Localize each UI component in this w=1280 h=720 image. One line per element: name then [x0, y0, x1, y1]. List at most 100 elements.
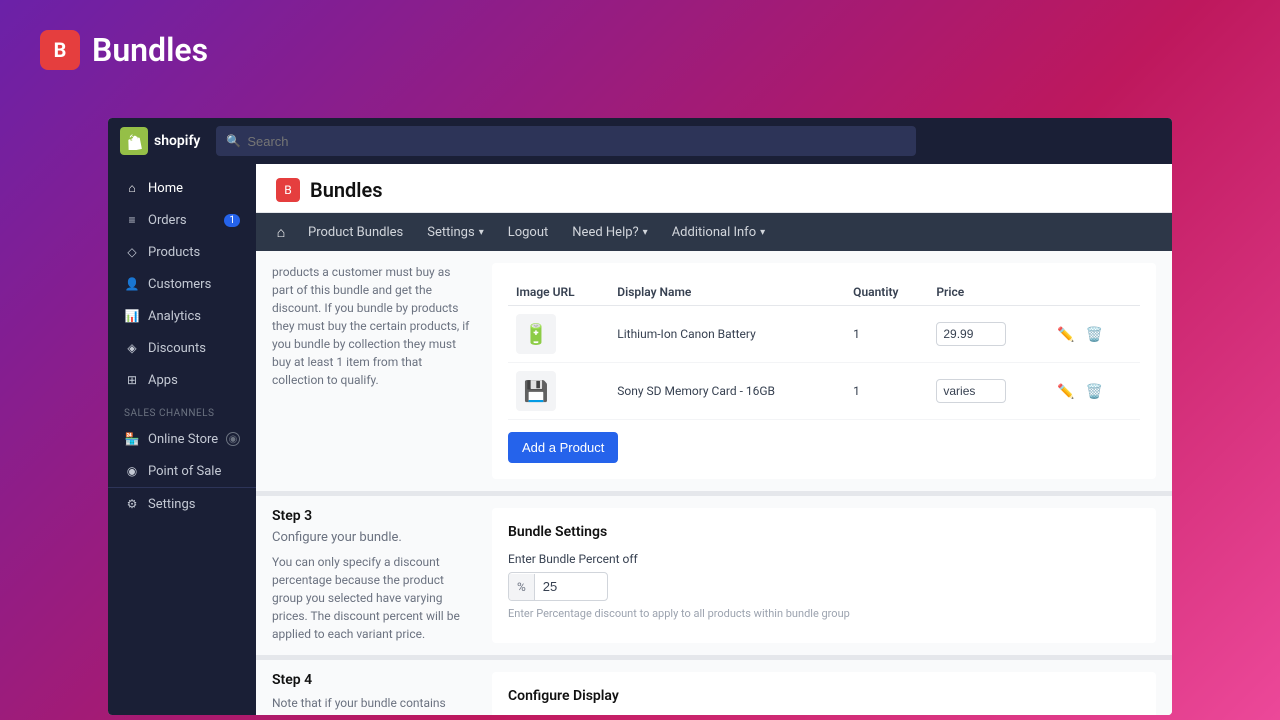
edit-product-btn-1[interactable]: ✏️ — [1053, 379, 1078, 404]
step4-right-col: Configure Display Basic Bundle Bundle an… — [492, 672, 1156, 715]
bundles-page-header: B Bundles — [256, 164, 1172, 213]
sidebar-item-pos[interactable]: ◉ Point of Sale — [108, 455, 256, 487]
app-logo-icon: B — [40, 30, 80, 70]
shopify-topbar: shopify 🔍 — [108, 118, 1172, 164]
orders-badge: 1 — [224, 214, 240, 227]
delete-product-btn-1[interactable]: 🗑️ — [1082, 379, 1107, 404]
shopify-logo-text: shopify — [154, 133, 200, 149]
nav-need-help-label: Need Help? — [572, 225, 638, 240]
step3-left-col: Step 3 Configure your bundle. You can on… — [272, 508, 492, 643]
nav-additional-info-label: Additional Info — [672, 225, 756, 240]
shopify-main: ⌂ Home ≡ Orders 1 ◇ Products 👤 Customers… — [108, 164, 1172, 715]
step2-right-col: Image URL Display Name Quantity Price 🔋 … — [492, 263, 1156, 479]
customers-icon: 👤 — [124, 276, 140, 292]
step2-left-col: products a customer must buy as part of … — [272, 263, 492, 479]
edit-product-btn-0[interactable]: ✏️ — [1053, 322, 1078, 347]
step3-subheading: Configure your bundle. — [272, 530, 472, 545]
step2-section: products a customer must buy as part of … — [256, 251, 1172, 492]
shopify-logo: shopify — [120, 127, 200, 155]
sidebar-item-apps[interactable]: ⊞ Apps — [108, 364, 256, 396]
home-icon: ⌂ — [124, 180, 140, 196]
product-price-input-1[interactable] — [936, 379, 1006, 403]
sidebar-item-settings[interactable]: ⚙ Settings — [108, 487, 256, 520]
orders-icon: ≡ — [124, 212, 140, 228]
online-store-expand-btn[interactable]: ◉ — [226, 432, 240, 446]
bundle-settings-title: Bundle Settings — [508, 524, 1140, 540]
product-image-1: 💾 — [516, 371, 556, 411]
nav-product-bundles-label: Product Bundles — [308, 225, 403, 240]
nav-logout-label: Logout — [508, 225, 549, 240]
nav-item-additional-info[interactable]: Additional Info ▾ — [660, 213, 777, 251]
step4-heading: Step 4 — [272, 672, 472, 688]
table-row: 🔋 Lithium-Ion Canon Battery 1 ✏️ 🗑️ — [508, 306, 1140, 363]
nav-additional-info-chevron: ▾ — [760, 227, 765, 238]
online-store-icon: 🏪 — [124, 431, 140, 447]
sidebar-item-discounts[interactable]: ◈ Discounts — [108, 332, 256, 364]
product-name-1: Sony SD Memory Card - 16GB — [609, 363, 845, 420]
product-price-input-0[interactable] — [936, 322, 1006, 346]
products-icon: ◇ — [124, 244, 140, 260]
step4-left-col: Step 4 Note that if your bundle contains… — [272, 672, 492, 715]
nav-home-button[interactable]: ⌂ — [266, 217, 296, 247]
step3-description: You can only specify a discount percenta… — [272, 553, 472, 643]
discounts-icon: ◈ — [124, 340, 140, 356]
product-name-0: Lithium-Ion Canon Battery — [609, 306, 845, 363]
percent-field: % — [508, 572, 608, 601]
sidebar-item-apps-label: Apps — [148, 373, 178, 388]
sidebar-item-online-store[interactable]: 🏪 Online Store ◉ — [108, 423, 256, 455]
app-title: Bundles — [92, 31, 208, 69]
sidebar-item-orders-label: Orders — [148, 213, 187, 228]
search-icon: 🔍 — [226, 134, 241, 148]
app-header: B Bundles — [0, 0, 1280, 100]
sidebar-item-products[interactable]: ◇ Products — [108, 236, 256, 268]
sidebar-item-customers[interactable]: 👤 Customers — [108, 268, 256, 300]
bundles-page-icon: B — [276, 178, 300, 202]
percent-sign: % — [509, 574, 535, 600]
product-qty-1: 1 — [845, 363, 928, 420]
bundle-percent-hint: Enter Percentage discount to apply to al… — [508, 607, 1140, 620]
nav-item-logout[interactable]: Logout — [496, 213, 561, 251]
sidebar-item-analytics[interactable]: 📊 Analytics — [108, 300, 256, 332]
sidebar-item-home[interactable]: ⌂ Home — [108, 172, 256, 204]
sidebar-item-settings-label: Settings — [148, 497, 195, 512]
products-table-header-row: Image URL Display Name Quantity Price — [508, 279, 1140, 306]
col-actions — [1045, 279, 1140, 306]
sidebar-item-orders[interactable]: ≡ Orders 1 — [108, 204, 256, 236]
shopify-frame: shopify 🔍 ⌂ Home ≡ Orders 1 ◇ Products — [108, 118, 1172, 715]
nav-settings-label: Settings — [427, 225, 474, 240]
shopify-logo-icon — [120, 127, 148, 155]
table-row: 💾 Sony SD Memory Card - 16GB 1 ✏️ 🗑️ — [508, 363, 1140, 420]
sidebar: ⌂ Home ≡ Orders 1 ◇ Products 👤 Customers… — [108, 164, 256, 715]
shopify-search-bar[interactable]: 🔍 — [216, 126, 916, 156]
nav-item-product-bundles[interactable]: Product Bundles — [296, 213, 415, 251]
step3-right-col: Bundle Settings Enter Bundle Percent off… — [492, 508, 1156, 643]
sidebar-item-analytics-label: Analytics — [148, 309, 201, 324]
step4-description: Note that if your bundle contains produc… — [272, 694, 472, 715]
nav-home-icon: ⌂ — [277, 224, 285, 241]
step4-section: Step 4 Note that if your bundle contains… — [256, 656, 1172, 715]
col-display-name: Display Name — [609, 279, 845, 306]
sidebar-item-pos-label: Point of Sale — [148, 464, 221, 479]
step2-description: products a customer must buy as part of … — [272, 263, 472, 389]
nav-settings-chevron: ▾ — [479, 227, 484, 238]
sidebar-item-discounts-label: Discounts — [148, 341, 206, 356]
page-content: products a customer must buy as part of … — [256, 251, 1172, 715]
sidebar-item-online-store-label: Online Store — [148, 432, 218, 447]
settings-icon: ⚙ — [124, 496, 140, 512]
apps-icon: ⊞ — [124, 372, 140, 388]
product-qty-0: 1 — [845, 306, 928, 363]
sales-channels-section-label: SALES CHANNELS — [108, 396, 256, 423]
delete-product-btn-0[interactable]: 🗑️ — [1082, 322, 1107, 347]
nav-item-settings[interactable]: Settings ▾ — [415, 213, 496, 251]
sidebar-item-products-label: Products — [148, 245, 200, 260]
product-image-0: 🔋 — [516, 314, 556, 354]
step3-section: Step 3 Configure your bundle. You can on… — [256, 492, 1172, 656]
search-input[interactable] — [247, 134, 906, 149]
step3-heading: Step 3 — [272, 508, 472, 524]
nav-item-need-help[interactable]: Need Help? ▾ — [560, 213, 659, 251]
nav-need-help-chevron: ▾ — [643, 227, 648, 238]
add-product-button[interactable]: Add a Product — [508, 432, 618, 463]
col-price: Price — [928, 279, 1045, 306]
percent-input[interactable] — [535, 573, 595, 600]
nav-bar: ⌂ Product Bundles Settings ▾ Logout Need… — [256, 213, 1172, 251]
